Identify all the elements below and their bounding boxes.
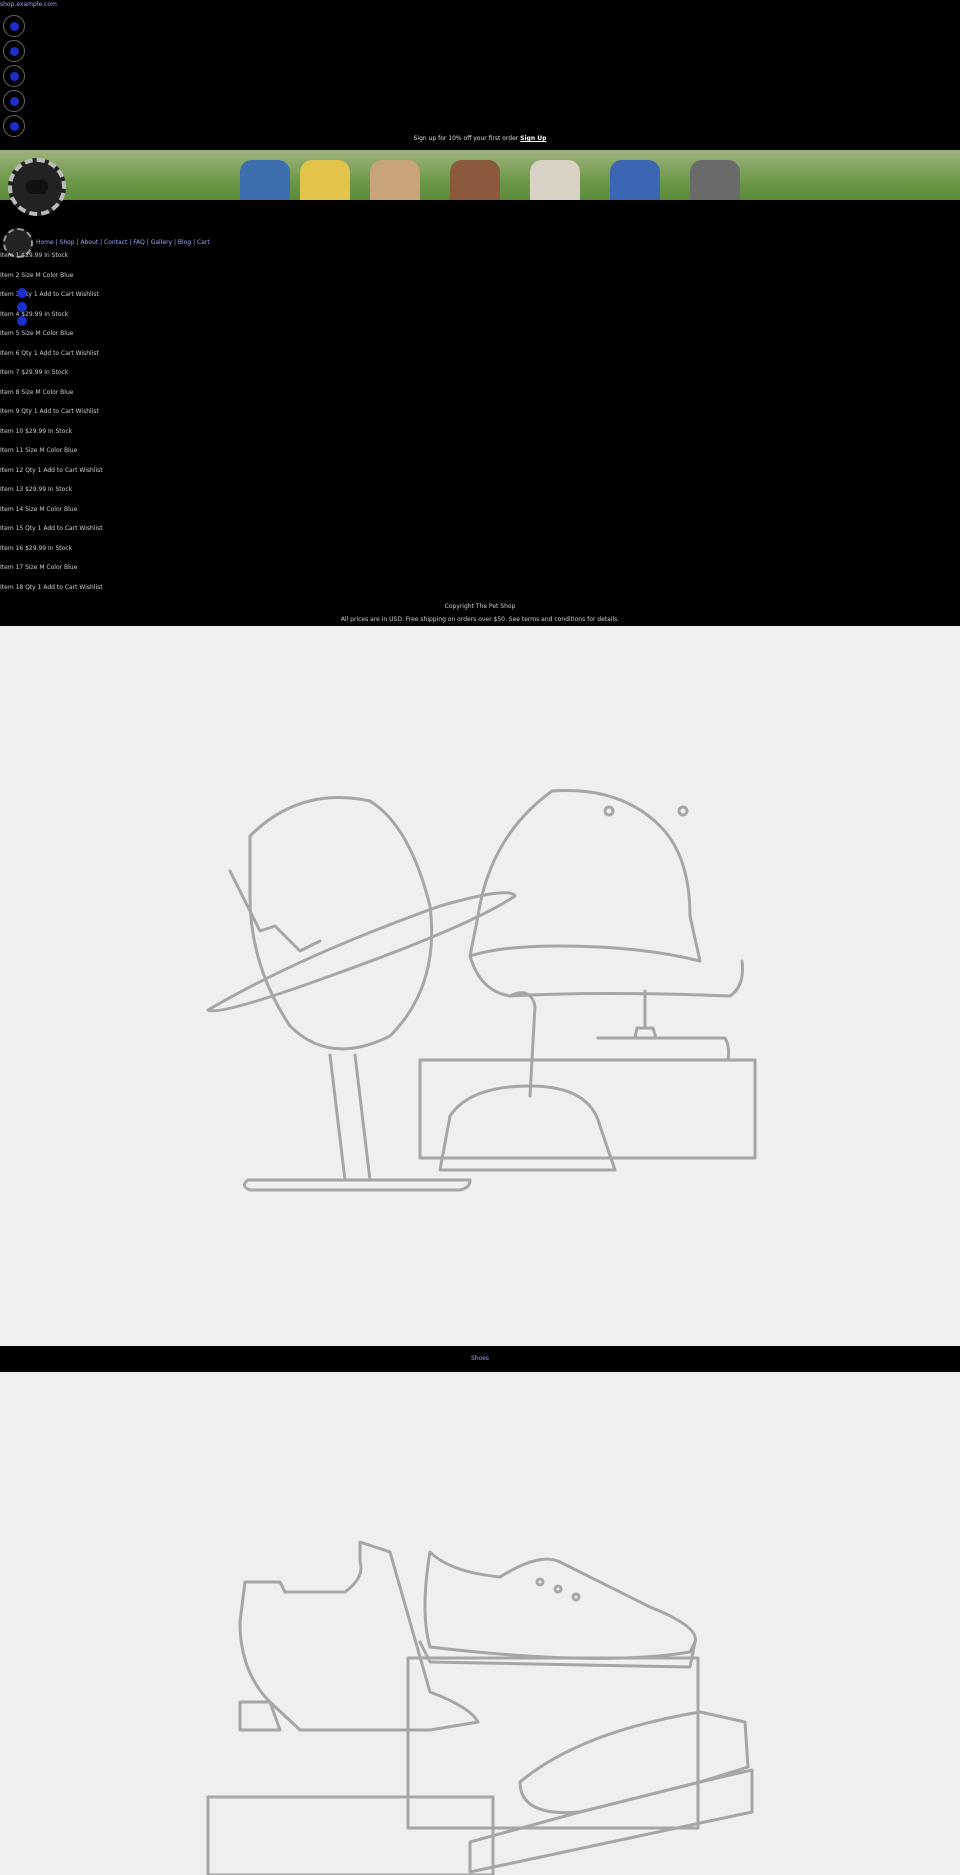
list-item[interactable]: Item 5 Size M Color Blue <box>0 330 200 350</box>
list-item[interactable]: Item 9 Qty 1 Add to Cart Wishlist <box>0 408 200 428</box>
dot-icon[interactable] <box>17 288 27 298</box>
shoes-illustration <box>206 1540 754 1875</box>
list-item[interactable]: Item 3 Qty 1 Add to Cart Wishlist <box>0 291 200 311</box>
list-item[interactable]: Item 14 Size M Color Blue <box>0 506 200 526</box>
announcement-bar: Sign up for 10% off your first order Sig… <box>0 135 960 142</box>
section-bar: Shoes <box>0 1346 960 1372</box>
footer-copyright: Copyright The Pet Shop <box>444 603 516 610</box>
list-item[interactable]: Item 1 $29.99 In Stock <box>0 252 200 272</box>
youtube-icon[interactable] <box>3 90 25 112</box>
list-item[interactable]: Item 16 $29.99 In Stock <box>0 545 200 565</box>
list-item[interactable]: Item 4 $29.99 In Stock <box>0 311 200 331</box>
signup-link[interactable]: Sign Up <box>520 135 546 142</box>
facebook-icon[interactable] <box>3 40 25 62</box>
pinterest-icon[interactable] <box>3 115 25 137</box>
announcement-text: Sign up for 10% off your first order <box>413 135 521 142</box>
list-item[interactable]: Item 15 Qty 1 Add to Cart Wishlist <box>0 525 200 545</box>
footer-note: All prices are in USD. Free shipping on … <box>340 616 620 623</box>
list-item[interactable]: Item 7 $29.99 In Stock <box>0 369 200 389</box>
list-item[interactable]: Item 2 Size M Color Blue <box>0 272 200 292</box>
main-nav[interactable]: Home | Shop | About | Contact | FAQ | Ga… <box>36 239 210 246</box>
hero-banner <box>0 150 960 200</box>
dot-icon[interactable] <box>17 302 27 312</box>
social-links <box>3 15 25 137</box>
section-bar-link[interactable]: Shoes <box>0 1355 960 1362</box>
list-item[interactable]: Item 13 $29.99 In Stock <box>0 486 200 506</box>
hats-illustration-panel <box>0 626 960 1346</box>
hats-illustration <box>206 788 757 1192</box>
list-item[interactable]: Item 10 $29.99 In Stock <box>0 428 200 448</box>
shoes-illustration-panel <box>0 1372 960 1875</box>
list-item[interactable]: Item 17 Size M Color Blue <box>0 564 200 584</box>
pagination-dots <box>17 288 27 326</box>
list-item[interactable]: Item 18 Qty 1 Add to Cart Wishlist <box>0 584 200 604</box>
site-logo[interactable] <box>8 158 66 216</box>
dot-icon[interactable] <box>17 316 27 326</box>
instagram-icon[interactable] <box>3 65 25 87</box>
twitter-icon[interactable] <box>3 15 25 37</box>
list-item[interactable]: Item 11 Size M Color Blue <box>0 447 200 467</box>
list-item[interactable]: Item 8 Size M Color Blue <box>0 389 200 409</box>
product-list: Item 1 $29.99 In Stock Item 2 Size M Col… <box>0 252 200 603</box>
top-link[interactable]: shop.example.com <box>0 1 57 8</box>
list-item[interactable]: Item 12 Qty 1 Add to Cart Wishlist <box>0 467 200 487</box>
list-item[interactable]: Item 6 Qty 1 Add to Cart Wishlist <box>0 350 200 370</box>
